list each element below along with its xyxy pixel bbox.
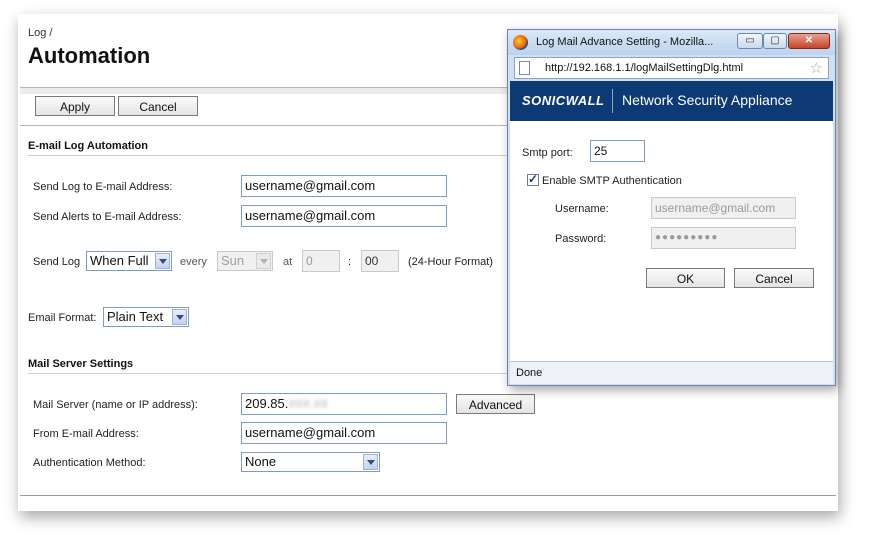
send-alerts-email-label: Send Alerts to E-mail Address: bbox=[33, 211, 182, 223]
send-log-email-label: Send Log to E-mail Address: bbox=[33, 181, 173, 193]
status-text: Done bbox=[516, 367, 543, 379]
page-title: Automation bbox=[28, 43, 151, 68]
send-log-minute-input[interactable]: 00 bbox=[361, 250, 399, 272]
popup-username-label: Username: bbox=[555, 203, 609, 215]
advanced-button[interactable]: Advanced bbox=[456, 394, 535, 414]
auth-method-select[interactable]: None bbox=[241, 452, 380, 472]
close-button[interactable]: ✕ bbox=[788, 33, 830, 49]
time-format-note: (24-Hour Format) bbox=[408, 256, 493, 268]
mail-server-label: Mail Server (name or IP address): bbox=[33, 399, 198, 411]
page-bottom-border bbox=[20, 495, 836, 496]
at-label: at bbox=[283, 256, 293, 268]
section-divider bbox=[28, 373, 508, 374]
popup-titlebar[interactable]: Log Mail Advance Setting - Mozilla... ▭ … bbox=[508, 30, 835, 55]
apply-button[interactable]: Apply bbox=[35, 96, 115, 116]
send-log-day-select[interactable]: Sun bbox=[217, 251, 273, 271]
mail-server-redacted: ###.## bbox=[288, 396, 329, 411]
sonicwall-banner: SONICWALL Network Security Appliance bbox=[510, 81, 833, 121]
send-log-when-select[interactable]: When Full bbox=[86, 251, 172, 271]
chevron-down-icon bbox=[256, 253, 271, 269]
url-text: http://192.168.1.1/logMailSettingDlg.htm… bbox=[545, 62, 744, 74]
time-colon: : bbox=[348, 256, 352, 268]
section-divider bbox=[28, 155, 508, 156]
from-email-input[interactable]: username@gmail.com bbox=[241, 422, 447, 444]
product-name: Network Security Appliance bbox=[622, 92, 793, 108]
send-log-email-input[interactable]: username@gmail.com bbox=[241, 175, 447, 197]
popup-cancel-button[interactable]: Cancel bbox=[734, 268, 814, 288]
auth-method-label: Authentication Method: bbox=[33, 457, 146, 469]
every-label: every bbox=[180, 256, 207, 268]
from-email-label: From E-mail Address: bbox=[33, 428, 139, 440]
enable-smtp-auth-label: Enable SMTP Authentication bbox=[542, 175, 682, 187]
send-log-label: Send Log bbox=[33, 256, 81, 268]
send-alerts-email-input[interactable]: username@gmail.com bbox=[241, 205, 447, 227]
breadcrumb[interactable]: Log / bbox=[28, 27, 52, 39]
ok-button[interactable]: OK bbox=[646, 268, 725, 288]
popup-password-input[interactable]: ●●●●●●●●● bbox=[651, 227, 796, 249]
chevron-down-icon bbox=[363, 454, 378, 470]
chevron-down-icon bbox=[172, 309, 187, 325]
send-log-day-value: Sun bbox=[221, 253, 245, 268]
status-bar: Done bbox=[510, 361, 833, 384]
popup-window-title: Log Mail Advance Setting - Mozilla... bbox=[536, 36, 714, 48]
url-bar[interactable]: http://192.168.1.1/logMailSettingDlg.htm… bbox=[514, 57, 829, 79]
auth-method-value: None bbox=[245, 454, 277, 469]
email-format-value: Plain Text bbox=[107, 309, 164, 324]
email-log-section-title: E-mail Log Automation bbox=[28, 140, 148, 152]
email-format-select[interactable]: Plain Text bbox=[103, 307, 189, 327]
banner-divider bbox=[612, 89, 613, 113]
minimize-button[interactable]: ▭ bbox=[737, 33, 763, 49]
page-icon bbox=[519, 61, 530, 75]
mail-server-value: 209.85. bbox=[245, 396, 289, 411]
popup-body: Smtp port: 25 Enable SMTP Authentication… bbox=[510, 121, 833, 361]
popup-username-input[interactable]: username@gmail.com bbox=[651, 197, 796, 219]
maximize-button[interactable]: ▢ bbox=[763, 33, 787, 49]
bookmark-star-icon[interactable]: ☆ bbox=[810, 59, 823, 77]
chevron-down-icon bbox=[155, 253, 170, 269]
popup-password-label: Password: bbox=[555, 233, 607, 245]
mail-server-input[interactable]: 209.85.###.## bbox=[241, 393, 447, 415]
email-format-label: Email Format: bbox=[28, 312, 97, 324]
send-log-when-value: When Full bbox=[90, 253, 149, 268]
cancel-button[interactable]: Cancel bbox=[118, 96, 198, 116]
smtp-port-input[interactable]: 25 bbox=[590, 140, 645, 162]
mail-server-section-title: Mail Server Settings bbox=[28, 358, 134, 370]
send-log-hour-input[interactable]: 0 bbox=[302, 250, 340, 272]
sonicwall-logo: SONICWALL bbox=[522, 93, 605, 108]
smtp-port-label: Smtp port: bbox=[522, 147, 573, 159]
advanced-settings-popup: Log Mail Advance Setting - Mozilla... ▭ … bbox=[507, 29, 836, 386]
enable-smtp-auth-checkbox[interactable] bbox=[527, 172, 539, 186]
firefox-icon bbox=[513, 35, 528, 50]
